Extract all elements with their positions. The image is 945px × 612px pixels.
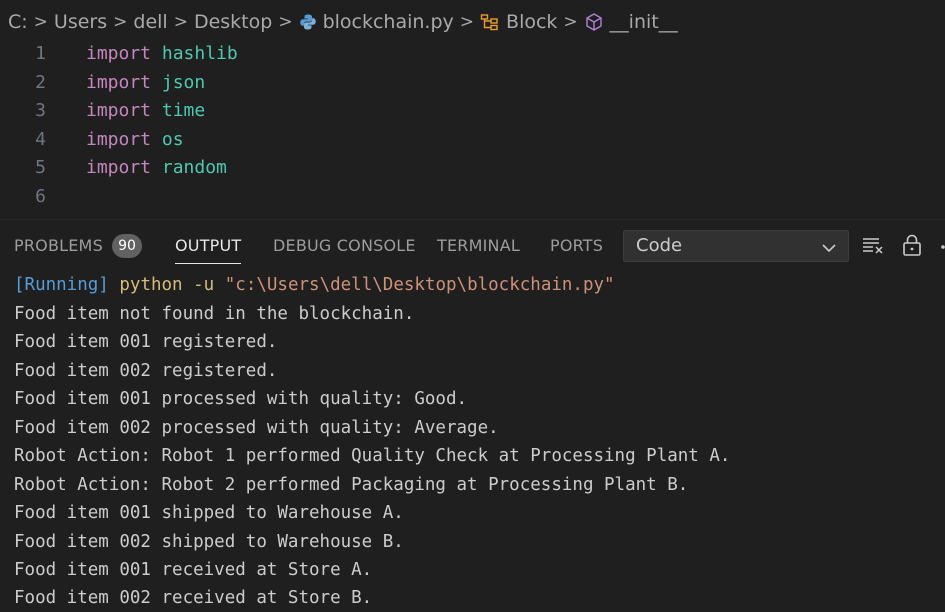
code-line: 4 import os — [0, 126, 945, 154]
code-line: 1 import hashlib — [0, 40, 945, 68]
output-line: Food item 002 registered. — [14, 360, 278, 381]
breadcrumb-separator: > — [459, 12, 475, 32]
output-line: Food item 001 registered. — [14, 332, 278, 352]
running-prefix: [Running] — [14, 275, 109, 295]
line-number: 3 — [35, 100, 46, 121]
module-name: json — [161, 71, 206, 93]
code-line: 2 import json — [0, 69, 945, 97]
breadcrumb-item-dell[interactable]: dell — [133, 11, 167, 33]
breadcrumb-separator: > — [278, 12, 293, 32]
output-line: Food item 002 received at Store B. — [14, 588, 373, 608]
code-line: 6 — [0, 183, 945, 211]
line-number: 4 — [35, 128, 46, 150]
output-line: Food item 002 shipped to Warehouse B. — [14, 531, 404, 552]
breadcrumb-item-users[interactable]: Users — [54, 11, 107, 33]
breadcrumb-item-method[interactable]: __init__ — [584, 11, 678, 33]
breadcrumb-item-class[interactable]: Block — [480, 11, 557, 33]
tab-debug-console[interactable]: DEBUG CONSOLE — [273, 220, 416, 272]
keyword: import — [86, 71, 152, 93]
breadcrumb: C: > Users > dell > Desktop > blockchain… — [0, 0, 945, 44]
output-line: Robot Action: Robot 1 performed Quality … — [14, 446, 731, 466]
keyword: import — [86, 100, 152, 121]
output-channel-value: Code — [636, 235, 683, 256]
breadcrumb-separator: > — [563, 12, 578, 32]
breadcrumb-label: blockchain.py — [322, 11, 454, 33]
breadcrumb-label: C: — [8, 11, 28, 33]
breadcrumb-separator: > — [173, 12, 188, 32]
panel-header: PROBLEMS 90 OUTPUT DEBUG CONSOLE TERMINA… — [0, 219, 945, 271]
output-command-line: [Running] python -u "c:\Users\dell\Deskt… — [14, 271, 615, 299]
command-path: "c:\Users\dell\Desktop\blockchain.py" — [224, 275, 615, 295]
keyword: import — [86, 128, 152, 150]
module-name: time — [161, 100, 206, 121]
output-line: Food item 001 shipped to Warehouse A. — [14, 503, 404, 523]
output-line: Food item 001 received at Store A. — [14, 560, 373, 580]
chevron-down-icon — [820, 237, 838, 267]
breadcrumb-item-drive[interactable]: C: — [8, 11, 28, 33]
output-panel[interactable]: [Running] python -u "c:\Users\dell\Deskt… — [0, 271, 945, 612]
breadcrumb-label: dell — [133, 11, 168, 33]
line-number: 2 — [35, 71, 46, 93]
clear-output-icon[interactable] — [862, 234, 884, 260]
problems-count-badge: 90 — [112, 234, 142, 258]
method-cube-icon — [584, 12, 604, 32]
breadcrumb-separator: > — [33, 12, 48, 32]
breadcrumb-item-file[interactable]: blockchain.py — [299, 11, 454, 33]
code-editor[interactable]: 1 import hashlib 2 import json 3 import … — [0, 40, 945, 216]
breadcrumb-label: Desktop — [193, 11, 273, 33]
breadcrumb-separator: > — [113, 12, 128, 32]
line-number: 1 — [35, 43, 46, 64]
breadcrumb-label: Block — [506, 11, 558, 33]
python-file-icon — [299, 13, 317, 31]
breadcrumb-label: Users — [53, 11, 108, 33]
module-name: os — [161, 128, 184, 150]
tab-output[interactable]: OUTPUT — [175, 220, 242, 272]
class-icon — [480, 13, 500, 31]
tab-problems[interactable]: PROBLEMS — [14, 220, 103, 272]
module-name: random — [161, 157, 227, 178]
tab-ports[interactable]: PORTS — [550, 220, 603, 272]
more-icon[interactable] — [938, 234, 945, 260]
breadcrumb-item-desktop[interactable]: Desktop — [194, 11, 272, 33]
code-line: 3 import time — [0, 97, 945, 125]
lock-icon[interactable] — [902, 234, 922, 260]
output-line: Robot Action: Robot 2 performed Packagin… — [14, 474, 689, 495]
output-line: Food item not found in the blockchain. — [14, 303, 415, 324]
tab-terminal[interactable]: TERMINAL — [437, 220, 520, 272]
keyword: import — [86, 43, 152, 64]
keyword: import — [86, 157, 152, 178]
breadcrumb-label: __init__ — [609, 11, 678, 33]
line-number: 5 — [35, 157, 46, 178]
line-number: 6 — [35, 185, 46, 207]
output-channel-select[interactable]: Code — [623, 230, 849, 262]
module-name: hashlib — [161, 43, 238, 64]
command: python -u — [119, 275, 215, 295]
code-line: 5 import random — [0, 154, 945, 182]
output-line: Food item 002 processed with quality: Av… — [14, 417, 499, 438]
output-line: Food item 001 processed with quality: Go… — [14, 389, 468, 409]
